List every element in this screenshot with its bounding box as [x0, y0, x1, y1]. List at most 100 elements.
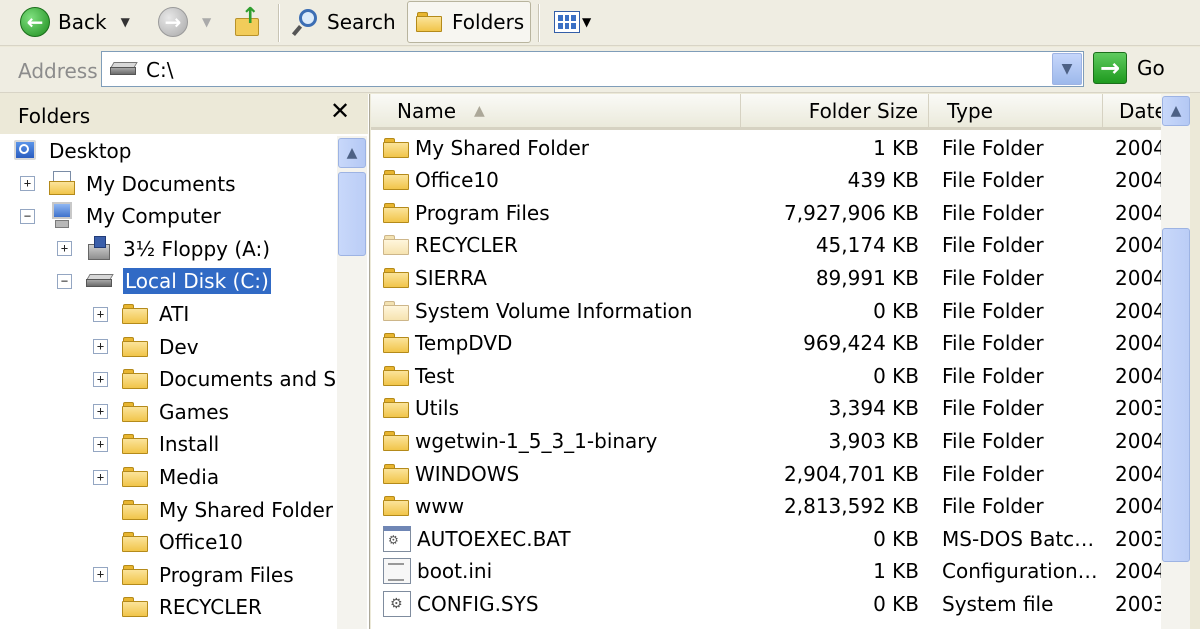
hidden-folder-icon — [383, 235, 409, 256]
collapse-icon[interactable]: − — [57, 273, 72, 289]
file-row[interactable]: boot.ini 1 KB Configuration… 2004 — [371, 555, 1161, 588]
tree-item[interactable]: − Local Disk (C:) — [57, 266, 271, 296]
tree-item-label: Install — [159, 432, 220, 457]
file-row[interactable]: System Volume Information 0 KB File Folder… — [371, 294, 1161, 327]
file-name: CONFIG.SYS — [417, 591, 539, 616]
tree-item-label: Documents and Set — [159, 367, 337, 392]
tree-item[interactable]: + ATI — [93, 299, 191, 329]
file-date: 2004 — [1115, 428, 1161, 453]
chevron-down-icon: ▼ — [1061, 61, 1073, 77]
views-button[interactable]: ▼ — [554, 2, 591, 42]
address-input[interactable]: C:\ ▼ — [101, 51, 1084, 87]
file-date: 2004 — [1115, 200, 1161, 225]
tree-item-label: Desktop — [49, 139, 132, 163]
file-row[interactable]: TempDVD 969,424 KB File Folder 2004 — [371, 327, 1161, 360]
file-type: File Folder — [942, 298, 1044, 323]
scroll-up-button[interactable]: ▲ — [338, 138, 366, 168]
search-button[interactable]: Search — [291, 2, 396, 42]
folder-tree-scrollbar[interactable]: ▲ — [337, 136, 367, 629]
expand-icon[interactable]: + — [93, 371, 108, 387]
file-row[interactable]: AUTOEXEC.BAT 0 KB MS-DOS Batc… 2003 — [371, 522, 1161, 555]
scroll-thumb[interactable] — [338, 172, 366, 256]
file-name-cell: Program Files — [383, 196, 743, 229]
tree-item-label: RECYCLER — [159, 595, 262, 620]
tree-item[interactable]: + Dev — [93, 332, 201, 362]
column-header-date[interactable]: Date — [1103, 94, 1161, 128]
expand-icon[interactable]: + — [20, 176, 35, 192]
folder-icon — [122, 532, 148, 553]
file-row[interactable]: Program Files 7,927,906 KB File Folder 2004 — [371, 196, 1161, 229]
file-row[interactable]: CONFIG.SYS 0 KB System file 2003 — [371, 587, 1161, 620]
tree-item[interactable]: + My Documents — [20, 169, 237, 199]
expand-icon[interactable]: + — [93, 339, 108, 355]
file-name: WINDOWS — [415, 461, 520, 486]
tree-item[interactable]: Office10 — [93, 527, 245, 557]
expand-icon[interactable]: + — [93, 469, 108, 485]
forward-history-dropdown-icon[interactable]: ▼ — [202, 15, 211, 29]
folder-icon — [122, 499, 148, 520]
file-row[interactable]: Utils 3,394 KB File Folder 2003 — [371, 392, 1161, 425]
collapse-icon[interactable]: − — [20, 208, 35, 224]
file-name-cell: Utils — [383, 392, 743, 425]
file-size: 3,394 KB — [828, 396, 919, 421]
expand-icon[interactable]: + — [93, 404, 108, 420]
file-date: 2004 — [1115, 135, 1161, 160]
address-value: C:\ — [146, 58, 174, 82]
file-size: 2,904,701 KB — [784, 461, 919, 486]
chevron-up-icon: ▲ — [346, 145, 358, 161]
file-type: File Folder — [942, 135, 1044, 160]
folder-icon — [383, 137, 409, 158]
column-header-type[interactable]: Type — [929, 94, 1103, 128]
forward-button[interactable]: → ▼ — [158, 2, 211, 42]
column-header-date-label: Date — [1119, 99, 1161, 123]
file-type: MS-DOS Batc… — [942, 526, 1095, 551]
tree-item-label: My Documents — [86, 171, 236, 196]
tree-item[interactable]: + Program Files — [93, 560, 296, 590]
folder-icon — [122, 369, 148, 390]
tree-item[interactable]: Desktop — [12, 136, 133, 166]
scroll-thumb[interactable] — [1162, 228, 1190, 562]
close-icon[interactable]: ✕ — [330, 97, 350, 125]
address-dropdown-button[interactable]: ▼ — [1052, 53, 1082, 85]
expand-icon[interactable]: + — [93, 567, 108, 583]
file-name-cell: TempDVD — [383, 327, 743, 360]
back-button[interactable]: ← Back ▼ — [20, 2, 130, 42]
go-button[interactable]: → Go — [1093, 52, 1165, 84]
expand-icon[interactable]: + — [93, 436, 108, 452]
expand-icon[interactable]: + — [57, 241, 72, 257]
tree-item[interactable]: − My Computer — [20, 201, 223, 231]
tree-item-label: Local Disk (C:) — [123, 268, 271, 295]
file-list-scrollbar[interactable]: ▲ — [1161, 94, 1191, 629]
folders-button[interactable]: Folders — [407, 1, 531, 43]
tree-item[interactable]: + Install — [93, 429, 221, 459]
file-row[interactable]: Office10 439 KB File Folder 2004 — [371, 164, 1161, 197]
tree-item[interactable]: My Shared Folder — [93, 495, 335, 525]
system-file-icon — [383, 590, 411, 617]
tree-item[interactable]: RECYCLER — [93, 592, 264, 622]
column-header-size-label: Folder Size — [808, 99, 918, 123]
expand-icon[interactable]: + — [93, 306, 108, 322]
file-row[interactable]: RECYCLER 45,174 KB File Folder 2004 — [371, 229, 1161, 262]
column-header-name[interactable]: Name ▲ — [371, 94, 741, 128]
file-row[interactable]: WINDOWS 2,904,701 KB File Folder 2004 — [371, 457, 1161, 490]
tree-item[interactable]: + Games — [93, 397, 231, 427]
up-folder-button[interactable]: ↑ — [233, 2, 263, 42]
tree-item[interactable]: +3½ Floppy (A:) — [57, 234, 272, 264]
tree-item[interactable]: + Documents and Set — [93, 364, 337, 394]
back-history-dropdown-icon[interactable]: ▼ — [121, 15, 130, 29]
folder-icon — [383, 463, 409, 484]
file-row[interactable]: My Shared Folder 1 KB File Folder 2004 — [371, 131, 1161, 164]
folder-icon — [122, 304, 148, 324]
folder-icon — [383, 496, 409, 517]
file-row[interactable]: SIERRA 89,991 KB File Folder 2004 — [371, 261, 1161, 294]
file-name: www — [415, 494, 465, 519]
file-row[interactable]: Test 0 KB File Folder 2004 — [371, 359, 1161, 392]
tree-item[interactable]: + Media — [93, 462, 221, 492]
column-header-folder-size[interactable]: Folder Size — [741, 94, 929, 128]
tree-item-label: Office10 — [159, 530, 243, 555]
file-row[interactable]: wgetwin-1_5_3_1-binary 3,903 KB File Folde… — [371, 424, 1161, 457]
floppy-drive-icon — [86, 235, 112, 262]
column-headers: Name ▲ Folder Size Type Date — [371, 94, 1161, 130]
scroll-up-button[interactable]: ▲ — [1162, 96, 1190, 126]
file-row[interactable]: www 2,813,592 KB File Folder 2004 — [371, 490, 1161, 523]
